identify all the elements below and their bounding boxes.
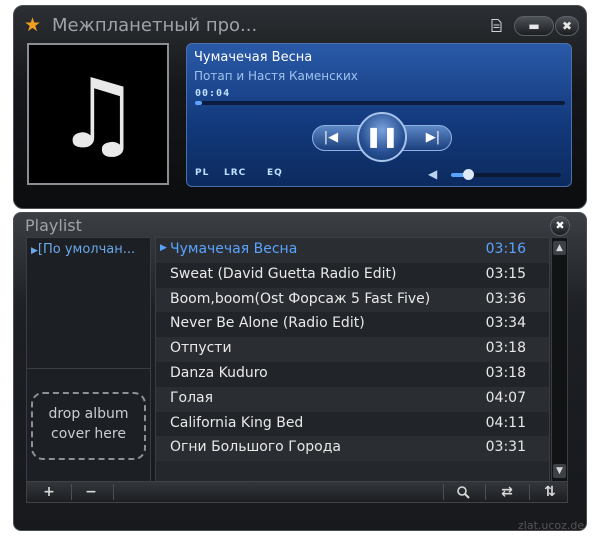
previous-button[interactable]: |◀ [316, 125, 346, 151]
track-duration: 03:36 [485, 290, 526, 307]
next-button[interactable]: ▶| [418, 125, 448, 151]
track-duration: 04:07 [485, 389, 526, 406]
remove-button[interactable]: − [79, 482, 103, 502]
track-row[interactable]: Огни Большого Города 03:31 [156, 436, 549, 462]
toolbar-separator [443, 484, 444, 500]
track-name: Огни Большого Города [170, 439, 342, 456]
close-icon: ✖ [561, 19, 573, 33]
track-name: Danza Kuduro [170, 364, 268, 381]
close-icon: ✖ [555, 219, 565, 232]
scrollbar[interactable]: ▲ ▼ [551, 237, 568, 482]
search-icon [456, 486, 470, 499]
playlist-toggle[interactable]: PL [195, 168, 209, 178]
seek-bar-fill [195, 101, 203, 105]
toolbar-separator [485, 484, 486, 500]
album-cover-drop-zone[interactable]: drop album cover here [31, 392, 146, 460]
album-art[interactable]: ♫ [27, 43, 169, 185]
repeat-button[interactable]: ⇄ [493, 482, 521, 502]
track-row[interactable]: Голая 04:07 [156, 386, 549, 412]
lyrics-toggle[interactable]: LRC [224, 168, 246, 178]
track-duration: 03:34 [485, 315, 526, 332]
track-duration: 03:18 [485, 340, 526, 357]
track-name: Голая [170, 389, 214, 406]
pause-button[interactable]: ❚❚ [357, 112, 407, 162]
add-button[interactable]: + [37, 482, 61, 502]
playlist-close-button[interactable]: ✖ [550, 216, 570, 236]
pane-divider [27, 368, 150, 369]
now-playing-screen: Чумачечая Весна Потап и Настя Каменских … [186, 43, 572, 187]
speaker-icon[interactable]: ◀ [428, 167, 437, 181]
title-bar[interactable]: ★ Межпланетный про... ▬ ✖ [22, 14, 579, 38]
track-list: ▶ Чумачечая Весна 03:16 Sweat (David Guetta… [155, 237, 550, 482]
seek-bar[interactable] [195, 101, 565, 105]
track-row[interactable]: Sweat (David Guetta Radio Edit) 03:15 [156, 262, 549, 288]
elapsed-time: 00:04 [195, 88, 231, 99]
playlists-pane: ▶[По умолчан... drop album cover here [26, 237, 151, 482]
track-name: California King Bed [170, 414, 304, 431]
toolbar-separator [113, 484, 114, 500]
playlist-toolbar: + − ⇄ ⇅ [26, 481, 568, 503]
track-row[interactable]: Отпусти 03:18 [156, 337, 549, 362]
sort-button[interactable]: ⇅ [537, 482, 563, 502]
music-note-icon: ♫ [54, 58, 142, 170]
equalizer-toggle[interactable]: EQ [267, 168, 283, 178]
sort-icon: ⇅ [544, 484, 556, 500]
transport-controls: |◀ ❚❚ ▶| [312, 112, 452, 162]
volume-knob[interactable] [462, 169, 474, 180]
track-name: Never Be Alone (Radio Edit) [170, 315, 365, 332]
track-duration: 03:18 [485, 364, 526, 381]
track-duration: 03:16 [485, 241, 526, 257]
minimize-button[interactable]: ▬ [514, 16, 554, 36]
track-duration: 03:15 [485, 265, 526, 282]
track-row[interactable]: Danza Kuduro 03:18 [156, 361, 549, 387]
track-name: Чумачечая Весна [170, 241, 298, 257]
track-duration: 04:11 [485, 414, 526, 431]
minimize-icon: ▬ [528, 19, 540, 33]
track-row[interactable]: Boom,boom(Ost Форсаж 5 Fast Five) 03:36 [156, 287, 549, 313]
track-name: Отпусти [170, 340, 232, 357]
track-row[interactable]: California King Bed 04:11 [156, 411, 549, 437]
previous-icon: |◀ [323, 130, 339, 145]
track-row[interactable]: Never Be Alone (Radio Edit) 03:34 [156, 312, 549, 338]
star-icon[interactable]: ★ [24, 15, 41, 35]
next-icon: ▶| [425, 130, 441, 145]
search-button[interactable] [451, 482, 475, 502]
now-playing-marker-icon: ▶ [160, 243, 167, 253]
toolbar-separator [529, 484, 530, 500]
watermark: zlat.ucoz.de [518, 519, 585, 532]
repeat-icon: ⇄ [501, 484, 513, 500]
scroll-down-button[interactable]: ▼ [553, 464, 566, 478]
player-window: ★ Межпланетный про... ▬ ✖ ♫ Чумачечая Ве… [13, 5, 587, 209]
app-title: Межпланетный про... [52, 15, 258, 36]
play-marker-icon: ▶ [31, 246, 38, 256]
now-playing-title: Чумачечая Весна [194, 50, 313, 65]
playlist-title: Playlist [25, 216, 82, 235]
pause-icon: ❚❚ [365, 124, 399, 148]
track-row[interactable]: ▶ Чумачечая Весна 03:16 [156, 238, 549, 263]
notes-icon [491, 19, 501, 32]
playlist-item-default[interactable]: ▶[По умолчан... [31, 242, 149, 257]
track-duration: 03:31 [485, 439, 526, 456]
playlist-item-label: [По умолчан... [37, 242, 136, 257]
playlist-window: Playlist ✖ ▶[По умолчан... drop album co… [13, 212, 587, 531]
scroll-up-button[interactable]: ▲ [553, 241, 566, 255]
track-name: Sweat (David Guetta Radio Edit) [170, 265, 397, 282]
notes-button[interactable] [486, 16, 506, 36]
screen-footer: PL LRC EQ ◀ [193, 167, 565, 182]
toolbar-separator [71, 484, 72, 500]
track-name: Boom,boom(Ost Форсаж 5 Fast Five) [170, 290, 431, 307]
close-button[interactable]: ✖ [555, 16, 579, 36]
now-playing-artist: Потап и Настя Каменских [194, 69, 358, 83]
